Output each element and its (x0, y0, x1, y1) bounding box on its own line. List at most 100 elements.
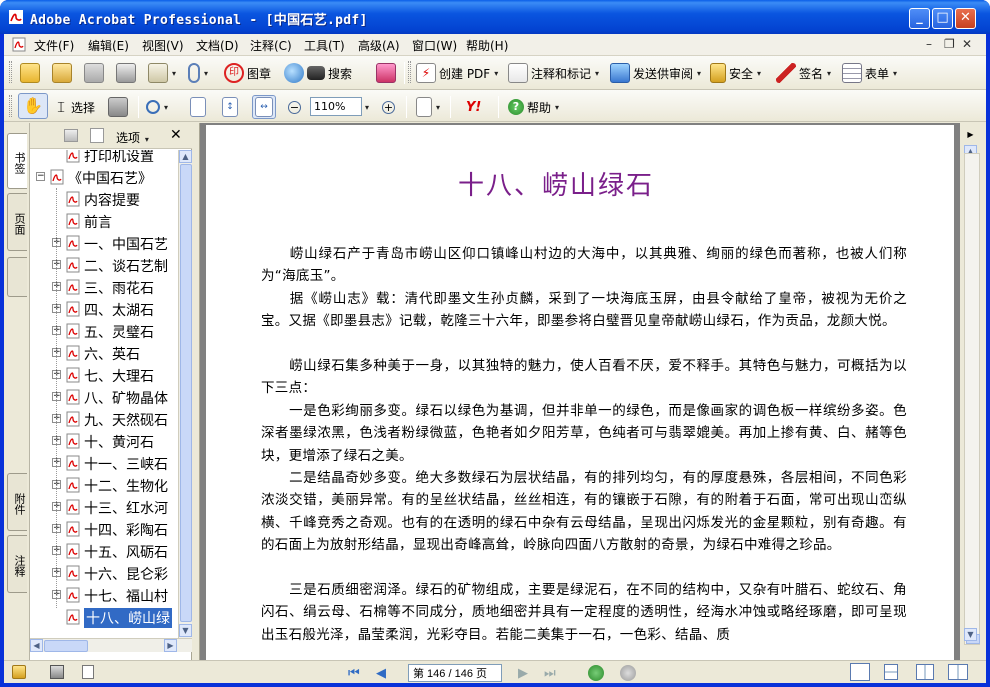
fit-width-button[interactable]: ↔ (252, 95, 276, 119)
bookmark-item[interactable]: + 三、雨花石 (30, 276, 178, 298)
hand-tool-button[interactable]: ✋ (18, 93, 48, 119)
menu-help[interactable]: 帮助(H) (466, 37, 508, 54)
next-view-icon[interactable] (620, 665, 636, 681)
bookmark-item[interactable]: + 四、太湖石 (30, 298, 178, 320)
zoom-out-button[interactable]: − (288, 95, 301, 119)
previous-view-icon[interactable] (588, 665, 604, 681)
toolbar-grip[interactable] (9, 61, 12, 83)
tab-bookmarks[interactable]: 书签 (7, 133, 27, 189)
create-pdf-button[interactable]: ⚡ 创建 PDF ▾ (416, 61, 498, 85)
zoom-in-tool-button[interactable]: ▾ (146, 95, 168, 119)
search-button[interactable]: 搜索 (284, 61, 352, 85)
first-page-button[interactable]: ⏮ (348, 666, 360, 681)
menu-file[interactable]: 文件(F) (34, 37, 74, 54)
bookmark-item[interactable]: + 五、灵璧石 (30, 320, 178, 342)
forms-button[interactable]: 表单 ▾ (842, 61, 897, 85)
select-tool-button[interactable]: 𝙸 选择 (54, 95, 95, 119)
open-button[interactable] (20, 61, 40, 85)
actual-size-button[interactable] (190, 95, 206, 119)
scroll-down-icon[interactable]: ▼ (964, 628, 977, 641)
minimize-button[interactable]: _ (909, 8, 930, 29)
facing-layout-icon[interactable] (916, 664, 934, 680)
previous-page-button[interactable]: ◀ (376, 666, 386, 681)
scroll-thumb[interactable] (44, 640, 88, 652)
bookmark-item[interactable]: + 十、黄河石 (30, 430, 178, 452)
next-page-button[interactable]: ▶ (518, 666, 528, 681)
new-bookmark-icon[interactable] (90, 128, 104, 143)
scroll-up-icon[interactable]: ▲ (179, 150, 192, 163)
maximize-button[interactable]: □ (932, 8, 953, 29)
bookmark-item[interactable]: + 七、大理石 (30, 364, 178, 386)
scroll-thumb[interactable] (180, 164, 192, 622)
bookmark-item[interactable]: 内容提要 (30, 188, 178, 210)
print-button[interactable] (116, 61, 136, 85)
bookmark-vertical-scrollbar[interactable]: ▲ ▼ (178, 150, 192, 638)
menu-document[interactable]: 文档(D) (196, 37, 239, 54)
tab-comments[interactable]: 注释 (7, 535, 27, 593)
pane-splitter[interactable] (192, 123, 200, 660)
bookmark-item[interactable]: 十八、崂山绿 (30, 606, 178, 628)
read-aloud-button[interactable] (376, 61, 396, 85)
close-button[interactable]: ✕ (955, 8, 976, 29)
last-page-button[interactable]: ⏭ (544, 666, 556, 681)
send-review-button[interactable]: 发送供审阅 ▾ (610, 61, 701, 85)
doc-close-button[interactable]: ✕ (962, 37, 972, 51)
zoom-dropdown-button[interactable]: ▾ (364, 95, 369, 119)
help-button[interactable]: ? 帮助 ▾ (508, 95, 559, 119)
bookmark-item[interactable]: + 十四、彩陶石 (30, 518, 178, 540)
secure-button[interactable]: 安全 ▾ (710, 61, 761, 85)
bookmark-item[interactable]: 前言 (30, 210, 178, 232)
sign-button[interactable]: 签名 ▾ (776, 61, 831, 85)
organizer-button[interactable] (52, 61, 72, 85)
bookmark-item[interactable]: + 十三、红水河 (30, 496, 178, 518)
menu-tools[interactable]: 工具(T) (304, 37, 345, 54)
continuous-facing-layout-icon[interactable] (948, 664, 968, 680)
zoom-in-button[interactable]: + (382, 95, 395, 119)
rotate-view-button[interactable]: ▾ (416, 95, 440, 119)
email-button[interactable]: ▾ (148, 61, 176, 85)
page-size-icon[interactable] (82, 665, 94, 679)
bookmark-item[interactable]: + 十五、风砺石 (30, 540, 178, 562)
expand-bookmark-icon[interactable] (64, 129, 78, 142)
comment-markup-button[interactable]: 注释和标记 ▾ (508, 61, 599, 85)
continuous-layout-icon[interactable] (884, 664, 898, 680)
zoom-level-input[interactable] (310, 97, 362, 116)
tab-attachments[interactable]: 附件 (7, 473, 27, 531)
menu-edit[interactable]: 编辑(E) (88, 37, 129, 54)
bookmark-horizontal-scrollbar[interactable]: ◀ ▶ (30, 638, 192, 652)
save-button[interactable] (84, 61, 104, 85)
scroll-track[interactable] (964, 153, 980, 645)
doc-minimize-button[interactable]: – (926, 37, 932, 51)
bookmark-item[interactable]: 打印机设置 (30, 150, 178, 166)
bookmark-item[interactable]: + 一、中国石艺 (30, 232, 178, 254)
scroll-left-icon[interactable]: ◀ (30, 639, 43, 652)
tab-pages[interactable]: 页面 (7, 193, 27, 251)
bookmark-item[interactable]: + 十七、福山村 (30, 584, 178, 606)
scroll-right-icon[interactable]: ▶ (164, 639, 177, 652)
yahoo-toolbar-button[interactable]: Y! (466, 95, 481, 119)
close-pane-button[interactable]: ✕ (170, 127, 182, 143)
collapse-icon[interactable]: − (36, 172, 45, 181)
bookmark-item[interactable]: − 《中国石艺》 (30, 166, 178, 188)
toolbar-grip[interactable] (408, 61, 411, 83)
bookmark-item[interactable]: + 十六、昆仑彩 (30, 562, 178, 584)
menu-window[interactable]: 窗口(W) (412, 37, 457, 54)
bookmark-item[interactable]: + 十一、三峡石 (30, 452, 178, 474)
document-vertical-scrollbar[interactable]: ▶ ▲ ▼ (960, 123, 986, 660)
menu-view[interactable]: 视图(V) (142, 37, 184, 54)
attach-button[interactable]: ▾ (188, 61, 208, 85)
bookmark-item[interactable]: + 九、天然砚石 (30, 408, 178, 430)
bookmark-item[interactable]: + 八、矿物晶体 (30, 386, 178, 408)
single-page-layout-icon[interactable] (850, 663, 870, 681)
menu-advanced[interactable]: 高级(A) (358, 37, 400, 54)
pane-arrow-icon[interactable]: ▶ (964, 129, 977, 142)
snapshot-button[interactable] (108, 95, 128, 119)
page-number-input[interactable] (408, 664, 502, 682)
toolbar-grip[interactable] (9, 95, 12, 117)
security-lock-icon[interactable] (12, 665, 26, 679)
bookmark-item[interactable]: + 二、谈石艺制 (30, 254, 178, 276)
options-menu-button[interactable]: 选项 ▾ (116, 129, 149, 146)
monitor-icon[interactable] (50, 665, 64, 679)
menu-comments[interactable]: 注释(C) (250, 37, 292, 54)
tab-blank-1[interactable] (7, 257, 27, 297)
